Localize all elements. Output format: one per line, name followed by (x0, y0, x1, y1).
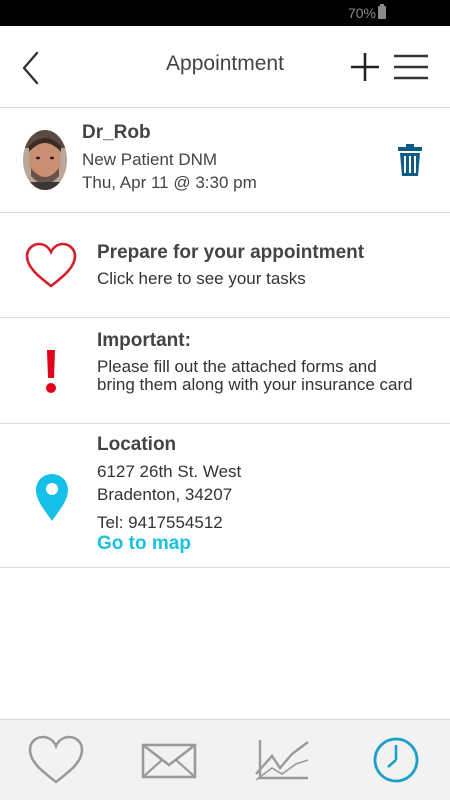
menu-icon (394, 54, 428, 80)
plus-icon (351, 53, 379, 81)
nav-clock-icon (373, 737, 419, 783)
doctor-appointment-card: Dr_Rob New Patient DNM Thu, Apr 11 @ 3:3… (0, 108, 450, 213)
nav-messages[interactable] (139, 734, 199, 786)
nav-progress[interactable] (252, 734, 312, 786)
address-line-2: Bradenton, 34207 (97, 485, 233, 504)
address-line-1: 6127 26th St. West (97, 462, 242, 481)
nav-chart-icon (255, 740, 309, 781)
status-bar: 70% (0, 0, 450, 26)
appointment-datetime: Thu, Apr 11 @ 3:30 pm (82, 173, 257, 192)
doctor-name: Dr_Rob (82, 122, 151, 143)
nav-health[interactable] (26, 734, 86, 786)
trash-icon (398, 144, 422, 176)
important-message: Please fill out the attached forms and b… (97, 357, 413, 394)
important-notice: Important: Please fill out the attached … (0, 318, 450, 424)
bottom-navigation (0, 719, 450, 800)
battery-percentage: 70% (347, 5, 376, 21)
app-header: Appointment (0, 26, 450, 108)
nav-mail-icon (141, 743, 197, 779)
telephone[interactable]: Tel: 9417554512 (97, 514, 223, 532)
delete-appointment-button[interactable] (397, 143, 423, 177)
menu-button[interactable] (392, 52, 430, 82)
prepare-title: Prepare for your appointment (97, 242, 365, 263)
go-to-map-link[interactable]: Go to map (97, 533, 191, 555)
location-pin-icon (36, 474, 68, 521)
exclamation-icon (46, 350, 56, 393)
prepare-tasks-item[interactable]: Prepare for your appointment Click here … (0, 213, 450, 318)
important-title: Important: (97, 330, 191, 351)
heart-icon (25, 242, 77, 288)
doctor-avatar (23, 130, 67, 190)
nav-appointments[interactable] (366, 734, 426, 786)
location-title: Location (97, 434, 177, 455)
nav-heart-icon (28, 735, 84, 784)
page-title: Appointment (166, 52, 284, 75)
prepare-subtitle: Click here to see your tasks (97, 269, 306, 288)
location-section: Location 6127 26th St. West Bradenton, 3… (0, 424, 450, 568)
add-button[interactable] (348, 50, 382, 84)
battery-icon (378, 4, 386, 19)
appointment-type: New Patient DNM (82, 150, 218, 169)
